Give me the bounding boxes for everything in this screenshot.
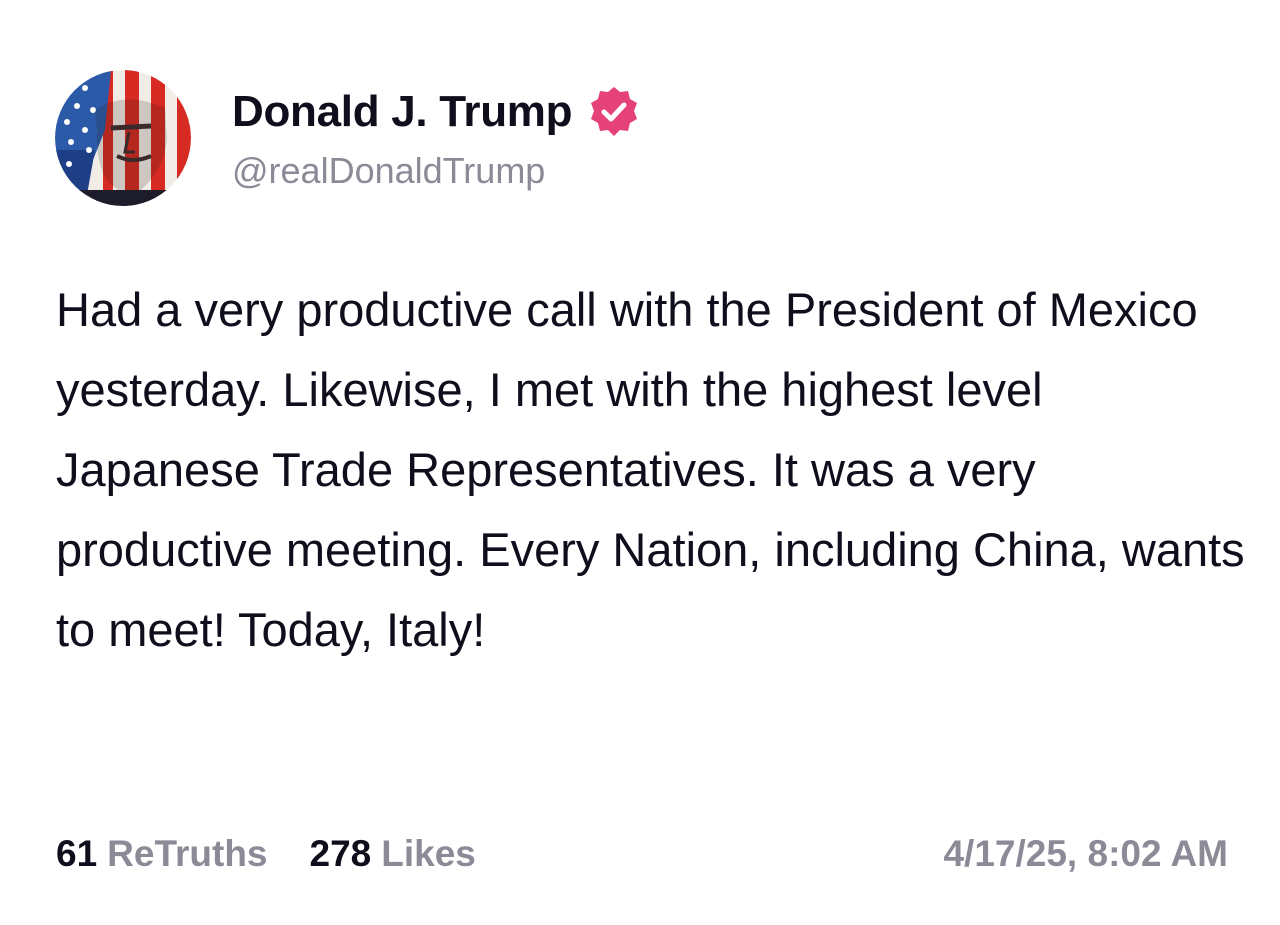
verified-badge-icon xyxy=(586,84,642,140)
post-body-text: Had a very productive call with the Pres… xyxy=(56,283,1245,656)
author-display-name[interactable]: Donald J. Trump xyxy=(232,87,573,137)
retruths-stat[interactable]: 61 ReTruths xyxy=(56,833,268,875)
post-footer: 61 ReTruths 278 Likes 4/17/25, 8:02 AM xyxy=(56,826,1228,882)
likes-count: 278 xyxy=(309,833,372,874)
author-avatar[interactable] xyxy=(55,70,191,206)
post-timestamp: 4/17/25, 8:02 AM xyxy=(943,833,1228,874)
retruths-count: 61 xyxy=(56,833,98,874)
truth-post: Donald J. Trump @realDonaldTrump Had a v… xyxy=(0,0,1280,925)
likes-stat[interactable]: 278 Likes xyxy=(310,833,476,875)
author-info: Donald J. Trump @realDonaldTrump xyxy=(232,84,642,192)
author-handle[interactable]: @realDonaldTrump xyxy=(232,150,642,192)
avatar-flag-portrait-icon xyxy=(55,70,191,206)
author-name-row: Donald J. Trump xyxy=(232,84,642,140)
likes-label: Likes xyxy=(381,833,476,874)
retruths-label: ReTruths xyxy=(107,833,268,874)
